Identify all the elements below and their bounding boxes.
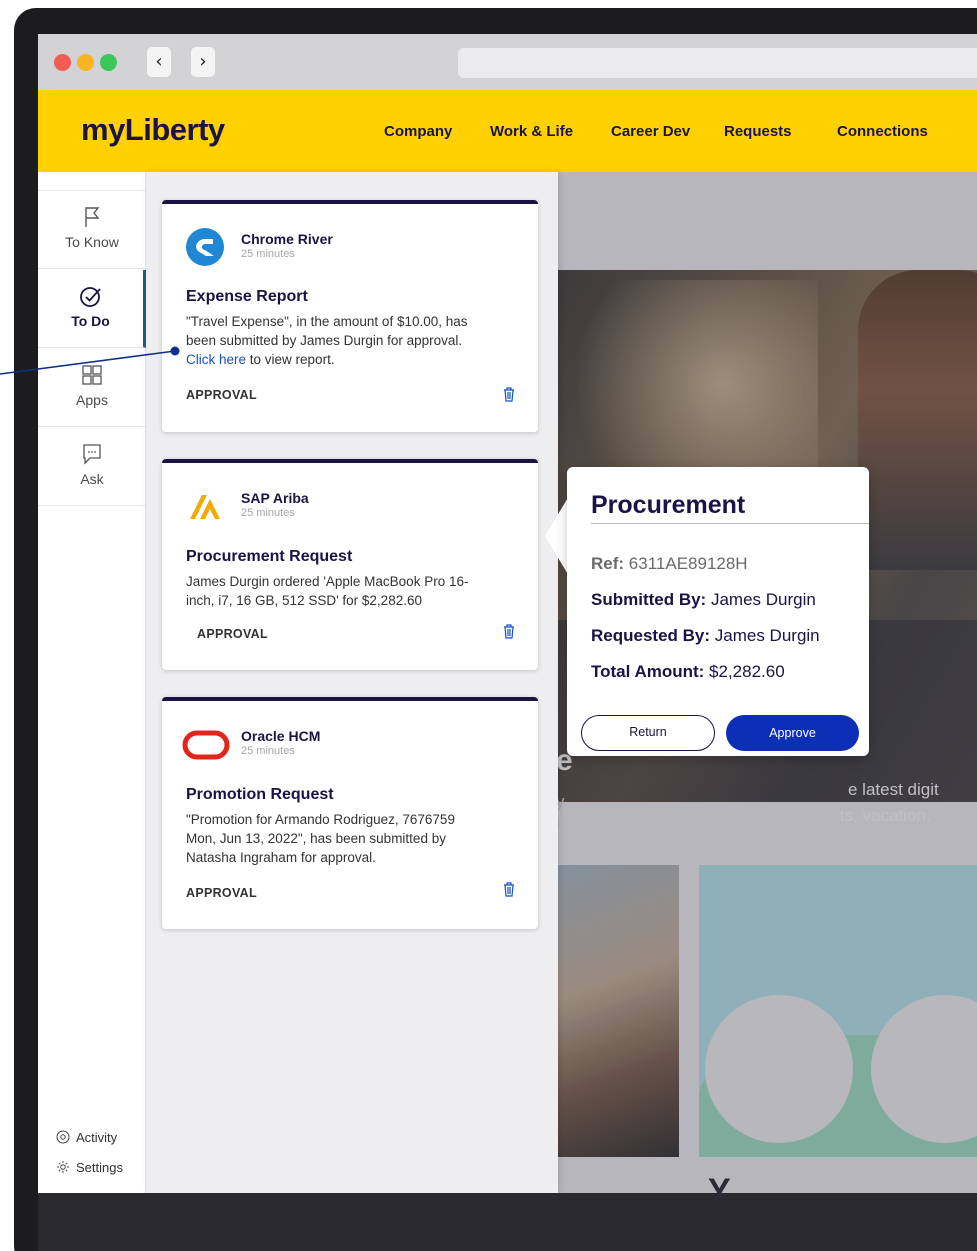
- browser-toolbar: ‹ ›: [38, 34, 977, 90]
- chevron-left-icon: ‹: [155, 51, 163, 72]
- card-time: 25 minutes: [241, 745, 295, 757]
- card-source: SAP Ariba: [241, 490, 309, 506]
- sidebar-item-to-know[interactable]: To Know: [38, 191, 146, 269]
- card-body-text-end: to view report.: [246, 352, 335, 367]
- back-button[interactable]: ‹: [147, 47, 171, 77]
- chevron-right-icon: ›: [199, 51, 207, 72]
- device-bottom-bar: [38, 1193, 977, 1251]
- popover-requested: Requested By: James Durgin: [591, 626, 820, 646]
- oracle-logo: [182, 730, 230, 760]
- popover-divider: [591, 523, 869, 524]
- nav-work-life[interactable]: Work & Life: [490, 123, 573, 140]
- popover-title: Procurement: [591, 491, 746, 519]
- task-card-promotion[interactable]: Oracle HCM 25 minutes Promotion Request …: [162, 697, 538, 929]
- flag-icon: [85, 207, 100, 227]
- card-body: "Travel Expense", in the amount of $10.0…: [186, 312, 486, 369]
- sidebar-settings[interactable]: Settings: [56, 1160, 123, 1175]
- site-header: myLiberty Company Work & Life Career Dev…: [38, 90, 977, 172]
- chrome-river-logo: [186, 228, 224, 266]
- sidebar-item-label: To Know: [65, 234, 119, 250]
- ref-value: 6311AE89128H: [628, 554, 748, 573]
- requested-label: Requested By:: [591, 626, 711, 645]
- sidebar-item-label: To Do: [71, 313, 110, 329]
- approval-tag: APPROVAL: [186, 886, 257, 900]
- maximize-window-button[interactable]: [100, 54, 117, 71]
- settings-label: Settings: [76, 1160, 123, 1175]
- section-title-fragment: Y: [708, 1172, 731, 1210]
- minimize-window-button[interactable]: [77, 54, 94, 71]
- gear-icon: [57, 1161, 69, 1173]
- card-body: James Durgin ordered 'Apple MacBook Pro …: [186, 574, 469, 608]
- forward-button[interactable]: ›: [191, 47, 215, 77]
- check-circle-icon: [79, 287, 101, 307]
- address-bar[interactable]: [458, 48, 977, 78]
- approval-tag: APPROVAL: [197, 627, 268, 641]
- amount-label: Total Amount:: [591, 662, 705, 681]
- card-time: 25 minutes: [241, 507, 295, 519]
- sidebar-activity[interactable]: Activity: [56, 1130, 117, 1145]
- close-window-button[interactable]: [54, 54, 71, 71]
- trash-icon[interactable]: [502, 386, 516, 402]
- card-body-text: "Travel Expense", in the amount of $10.0…: [186, 314, 468, 348]
- view-report-link[interactable]: Click here: [186, 352, 246, 367]
- popover-submitted: Submitted By: James Durgin: [591, 590, 816, 610]
- nav-requests[interactable]: Requests: [724, 123, 792, 140]
- card-source: Oracle HCM: [241, 728, 321, 744]
- popover-amount: Total Amount: $2,282.60: [591, 662, 785, 682]
- activity-icon: [56, 1130, 70, 1144]
- return-button[interactable]: Return: [581, 715, 715, 751]
- amount-value: $2,282.60: [709, 662, 785, 681]
- ref-label: Ref:: [591, 554, 625, 573]
- nav-connections[interactable]: Connections: [837, 123, 928, 140]
- sidebar-item-ask[interactable]: Ask: [38, 428, 146, 506]
- card-source: Chrome River: [241, 231, 333, 247]
- submitted-value: James Durgin: [710, 590, 816, 609]
- nav-career-dev[interactable]: Career Dev: [611, 123, 690, 140]
- card-title: Expense Report: [186, 288, 308, 305]
- task-card-procurement[interactable]: SAP Ariba 25 minutes Procurement Request…: [162, 459, 538, 670]
- sidebar-item-label: Ask: [80, 471, 104, 487]
- nav-company[interactable]: Company: [384, 123, 452, 140]
- card-title: Procurement Request: [186, 548, 353, 565]
- grid-icon: [82, 365, 102, 385]
- sidebar: To Know To Do Apps Ask Activity Settings: [38, 172, 146, 1193]
- approval-tag: APPROVAL: [186, 388, 257, 402]
- trash-icon[interactable]: [502, 623, 516, 639]
- sidebar-item-to-do[interactable]: To Do: [38, 270, 146, 348]
- sap-ariba-logo: [190, 495, 220, 519]
- task-card-expense[interactable]: Chrome River 25 minutes Expense Report "…: [162, 200, 538, 432]
- card-time: 25 minutes: [241, 248, 295, 260]
- submitted-label: Submitted By:: [591, 590, 707, 609]
- popover-ref: Ref: 6311AE89128H: [591, 554, 748, 574]
- card-title: Promotion Request: [186, 786, 334, 803]
- chat-icon: [83, 444, 101, 465]
- card-body: "Promotion for Armando Rodriguez, 767675…: [186, 812, 455, 865]
- mylibery-logo[interactable]: myLiberty: [81, 112, 225, 148]
- screen: ‹ › myLiberty Company Work & Life Career…: [0, 0, 977, 1251]
- popover-arrow: [545, 496, 569, 576]
- trash-icon[interactable]: [502, 881, 516, 897]
- procurement-popover: Procurement Ref: 6311AE89128H Submitted …: [567, 467, 869, 756]
- requested-value: James Durgin: [714, 626, 820, 645]
- activity-label: Activity: [76, 1130, 118, 1145]
- approve-button[interactable]: Approve: [726, 715, 859, 751]
- sidebar-item-label: Apps: [76, 392, 108, 408]
- sidebar-item-apps[interactable]: Apps: [38, 349, 146, 427]
- todo-panel: Chrome River 25 minutes Expense Report "…: [146, 172, 558, 1193]
